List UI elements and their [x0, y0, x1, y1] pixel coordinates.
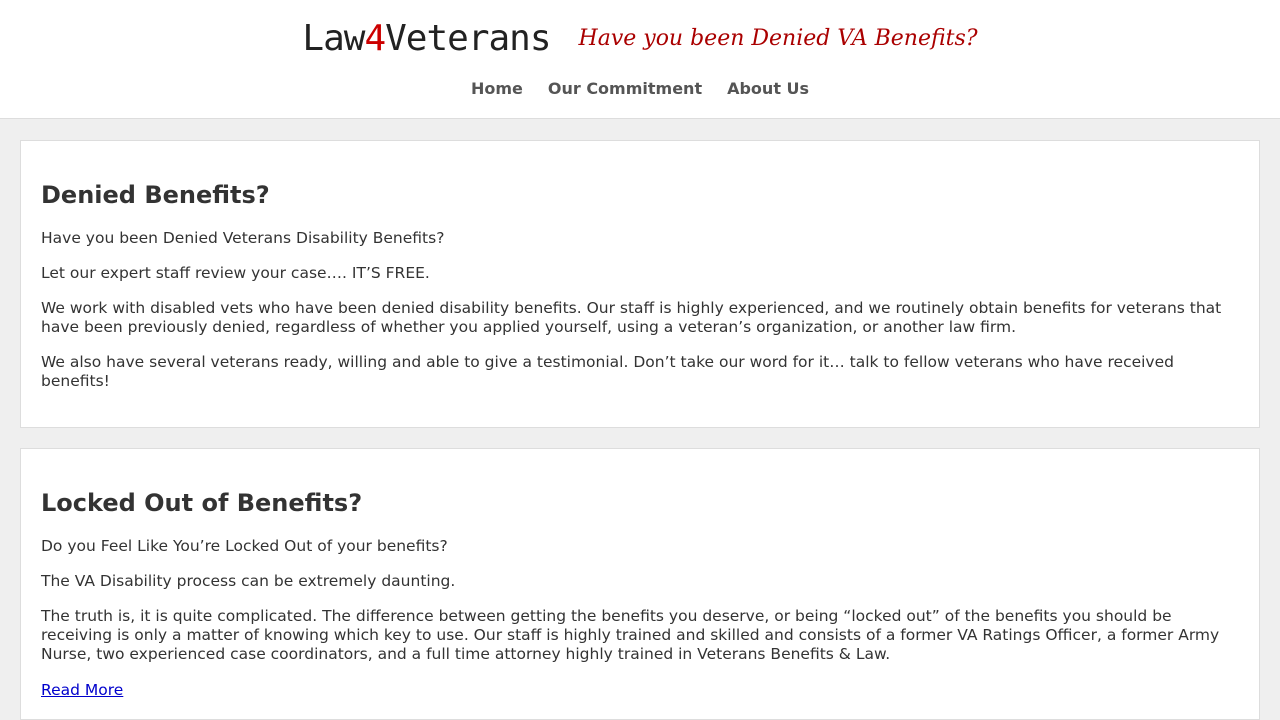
- denied-benefits-card: Denied Benefits? Have you been Denied Ve…: [20, 140, 1260, 428]
- site-header: Law 4 Veterans Have you been Denied VA Ben…: [0, 0, 1280, 119]
- logo-text-law: Law: [302, 18, 365, 59]
- card-paragraph: We work with disabled vets who have been…: [41, 299, 1222, 336]
- card-title: Locked Out of Benefits?: [41, 489, 363, 517]
- logo-text-4: 4: [364, 18, 386, 59]
- read-more-link[interactable]: Read More: [41, 681, 123, 699]
- nav-about-us[interactable]: About Us: [727, 78, 809, 100]
- site-logo[interactable]: Law 4 Veterans: [302, 16, 551, 62]
- site-tagline: Have you been Denied VA Benefits?: [578, 26, 978, 51]
- brand-row: Law 4 Veterans Have you been Denied VA Ben…: [0, 16, 1280, 62]
- nav-home[interactable]: Home: [471, 78, 523, 100]
- card-paragraph: The truth is, it is quite complicated. T…: [41, 607, 1220, 663]
- card-paragraph: Let our expert staff review your case…. …: [41, 264, 430, 282]
- locked-out-card: Locked Out of Benefits? Do you Feel Like…: [20, 448, 1260, 720]
- main-nav: Home Our Commitment About Us: [0, 78, 1280, 100]
- card-paragraph: Do you Feel Like You’re Locked Out of yo…: [41, 537, 448, 555]
- card-title: Denied Benefits?: [41, 181, 270, 209]
- card-paragraph: We also have several veterans ready, wil…: [41, 353, 1174, 390]
- card-paragraph: Have you been Denied Veterans Disability…: [41, 229, 445, 247]
- logo-text-veterans: Veterans: [385, 18, 551, 59]
- nav-our-commitment[interactable]: Our Commitment: [548, 78, 702, 100]
- card-paragraph: The VA Disability process can be extreme…: [41, 572, 456, 590]
- card-body: Do you Feel Like You’re Locked Out of yo…: [41, 537, 1241, 700]
- card-body: Have you been Denied Veterans Disability…: [41, 229, 1241, 407]
